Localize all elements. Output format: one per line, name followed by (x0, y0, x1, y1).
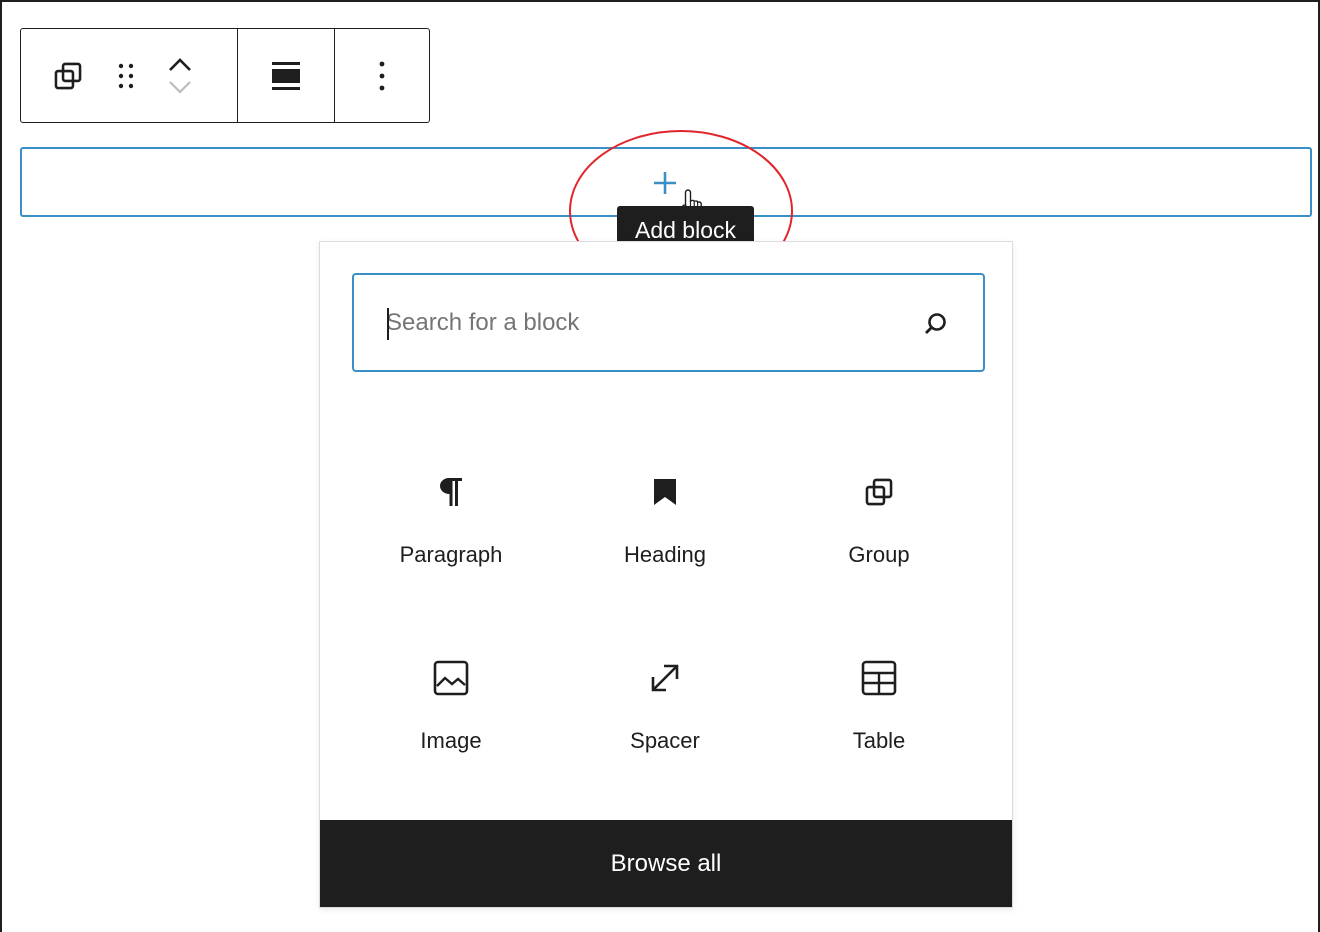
block-item-label: Spacer (630, 728, 700, 753)
block-item-group[interactable]: Group (772, 442, 986, 628)
block-types-grid: Paragraph Heading Group Image Spacer Tab… (344, 442, 988, 814)
block-item-table[interactable]: Table (772, 628, 986, 814)
block-type-button[interactable] (51, 59, 85, 93)
align-full-width-icon (272, 61, 300, 90)
block-toolbar-group-main (21, 29, 237, 122)
block-mover (167, 55, 193, 97)
more-vertical-icon (379, 61, 385, 90)
block-item-label: Image (420, 728, 482, 753)
table-icon (861, 660, 897, 696)
move-down-button[interactable] (167, 79, 193, 97)
align-button[interactable] (269, 59, 303, 93)
more-options-button[interactable] (377, 59, 387, 93)
text-caret (387, 308, 389, 340)
resize-arrows-icon (651, 664, 679, 692)
block-search-box (352, 273, 985, 372)
chevron-down-icon (169, 80, 191, 94)
block-item-image[interactable]: Image (344, 628, 558, 814)
block-item-label: Table (852, 728, 906, 753)
move-up-button[interactable] (167, 55, 193, 73)
block-inserter-popover: Paragraph Heading Group (319, 241, 1013, 908)
drag-handle-icon (118, 63, 134, 88)
block-item-heading[interactable]: Heading (558, 442, 772, 628)
image-icon (433, 660, 469, 696)
block-toolbar (20, 28, 430, 123)
block-toolbar-group-align (237, 29, 334, 122)
block-item-paragraph[interactable]: Paragraph (344, 442, 558, 628)
group-icon (54, 62, 82, 89)
block-item-label: Group (848, 542, 910, 567)
block-search-input[interactable] (386, 303, 906, 343)
group-icon (865, 478, 893, 506)
paragraph-icon (440, 478, 462, 506)
block-item-label: Paragraph (399, 542, 503, 567)
block-item-spacer[interactable]: Spacer (558, 628, 772, 814)
chevron-up-icon (169, 57, 191, 71)
block-toolbar-group-more (334, 29, 429, 122)
drag-handle-button[interactable] (115, 59, 137, 93)
block-item-label: Heading (624, 542, 706, 567)
search-icon (925, 313, 946, 334)
browse-all-button[interactable]: Browse all (320, 820, 1012, 907)
bookmark-icon (654, 479, 676, 505)
